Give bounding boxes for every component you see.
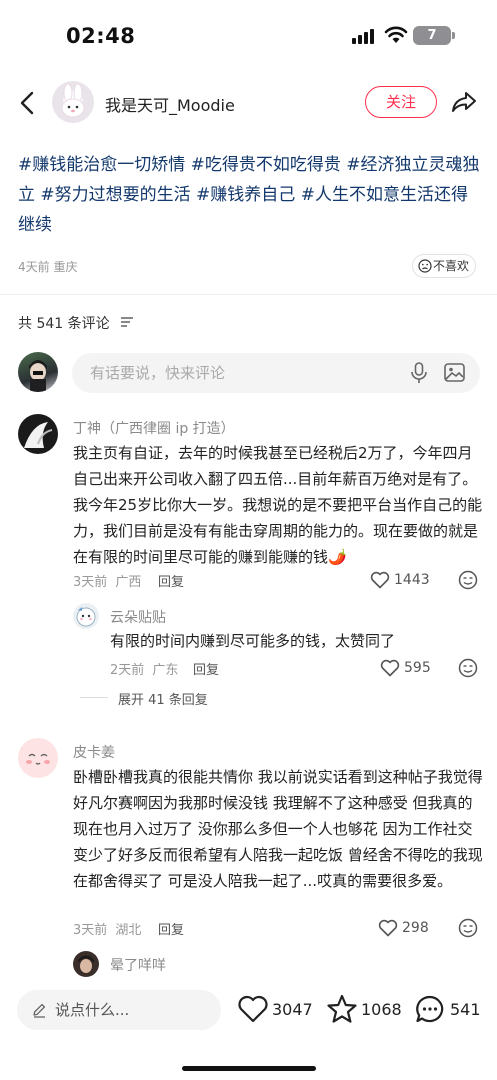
post-header: 我是天可_Moodie 关注: [0, 78, 497, 128]
image-icon[interactable]: [444, 363, 465, 382]
comment-text: 卧槽卧槽我真的很能共情你 我以前说实话看到这种帖子我觉得好凡尔赛啊因为我那时候没…: [73, 768, 483, 890]
status-time: 02:48: [66, 24, 136, 48]
reply-button[interactable]: 回复: [193, 659, 219, 678]
expand-replies-button[interactable]: 展开 41 条回复: [118, 689, 208, 708]
comment-count-bottom: 541: [450, 1000, 481, 1019]
cartoon-avatar-icon: [76, 607, 96, 627]
comment-author[interactable]: 皮卡姜: [73, 742, 115, 762]
home-indicator: [182, 1066, 316, 1071]
comment-time: 3天前: [73, 575, 108, 590]
my-avatar: [18, 352, 58, 392]
divider: [0, 294, 497, 295]
star-icon[interactable]: [326, 994, 358, 1024]
bunny-avatar-icon: [61, 83, 85, 118]
comment-bubble-icon[interactable]: [414, 994, 446, 1024]
emoji-reaction-icon[interactable]: [458, 570, 478, 590]
wifi-icon: [384, 26, 408, 43]
reply-avatar[interactable]: [73, 951, 99, 977]
post-meta: 4天前 重庆: [18, 260, 78, 274]
reply-location: 广东: [152, 663, 179, 678]
comment-count: 共 541 条评论: [18, 316, 110, 332]
author-name[interactable]: 我是天可_Moodie: [105, 92, 235, 116]
say-placeholder: 说点什么...: [55, 1001, 130, 1019]
user-photo-icon: [29, 360, 47, 392]
say-something-input[interactable]: 说点什么...: [17, 990, 221, 1030]
signal-icon: [352, 28, 378, 44]
star-count: 1068: [361, 1000, 402, 1019]
heart-icon[interactable]: [378, 919, 398, 937]
like-count: 298: [402, 920, 429, 936]
comment-author[interactable]: 丁神（广西律圈 ip 打造）: [73, 418, 235, 438]
post-tags[interactable]: #赚钱能治愈一切矫情 #吃得贵不如吃得贵 #经济独立灵魂独立 #努力过想要的生活…: [18, 150, 480, 240]
heart-icon[interactable]: [237, 994, 269, 1024]
user-photo-icon: [78, 955, 94, 973]
cute-face-avatar-icon: [26, 753, 50, 765]
pencil-icon: [33, 1003, 46, 1018]
share-icon[interactable]: [450, 88, 478, 116]
sort-icon[interactable]: [120, 316, 134, 328]
follow-button[interactable]: 关注: [365, 86, 437, 118]
battery-icon: 7: [413, 26, 451, 45]
comment-time: 3天前: [73, 923, 108, 938]
author-avatar[interactable]: [52, 81, 94, 123]
reply-author[interactable]: 晕了咩咩: [110, 955, 166, 975]
like-count: 595: [404, 660, 431, 676]
expand-divider: [80, 697, 108, 698]
status-bar: 02:48 7: [0, 0, 497, 72]
heart-icon[interactable]: [370, 571, 390, 589]
emoji-reaction-icon[interactable]: [458, 918, 478, 938]
reply-meta: 2天前 广东: [110, 659, 178, 678]
reply-avatar[interactable]: [73, 603, 99, 629]
reply-author[interactable]: 云朵贴贴: [110, 607, 166, 627]
back-icon[interactable]: [18, 90, 38, 116]
comment-meta: 3天前 湖北: [73, 919, 141, 938]
comment-text: 我主页有自证，去年的时候我甚至已经税后2万了，今年四月自己出来开公司收入翻了四五…: [73, 444, 483, 566]
reply-button[interactable]: 回复: [158, 571, 184, 590]
sad-face-icon: [418, 259, 432, 273]
user-photo-icon: [24, 422, 53, 448]
reply-button[interactable]: 回复: [158, 919, 184, 938]
comment-avatar[interactable]: [18, 738, 58, 778]
reply-text: 有限的时间内赚到尽可能多的钱，太赞同了: [110, 632, 396, 650]
comment-location: 湖北: [115, 923, 142, 938]
emoji-reaction-icon[interactable]: [458, 658, 478, 678]
microphone-icon[interactable]: [409, 362, 429, 384]
dislike-button[interactable]: 不喜欢: [412, 254, 476, 278]
like-count: 1443: [394, 572, 430, 588]
comment-avatar[interactable]: [18, 414, 58, 454]
heart-icon[interactable]: [380, 659, 400, 677]
reply-time: 2天前: [110, 663, 145, 678]
comment-location: 广西: [115, 575, 142, 590]
dislike-label: 不喜欢: [433, 259, 470, 273]
battery-tip: [452, 32, 455, 39]
like-count: 3047: [272, 1000, 313, 1019]
bottom-action-bar: 说点什么... 3047 1068 541: [0, 978, 497, 1080]
comment-meta: 3天前 广西: [73, 571, 141, 590]
